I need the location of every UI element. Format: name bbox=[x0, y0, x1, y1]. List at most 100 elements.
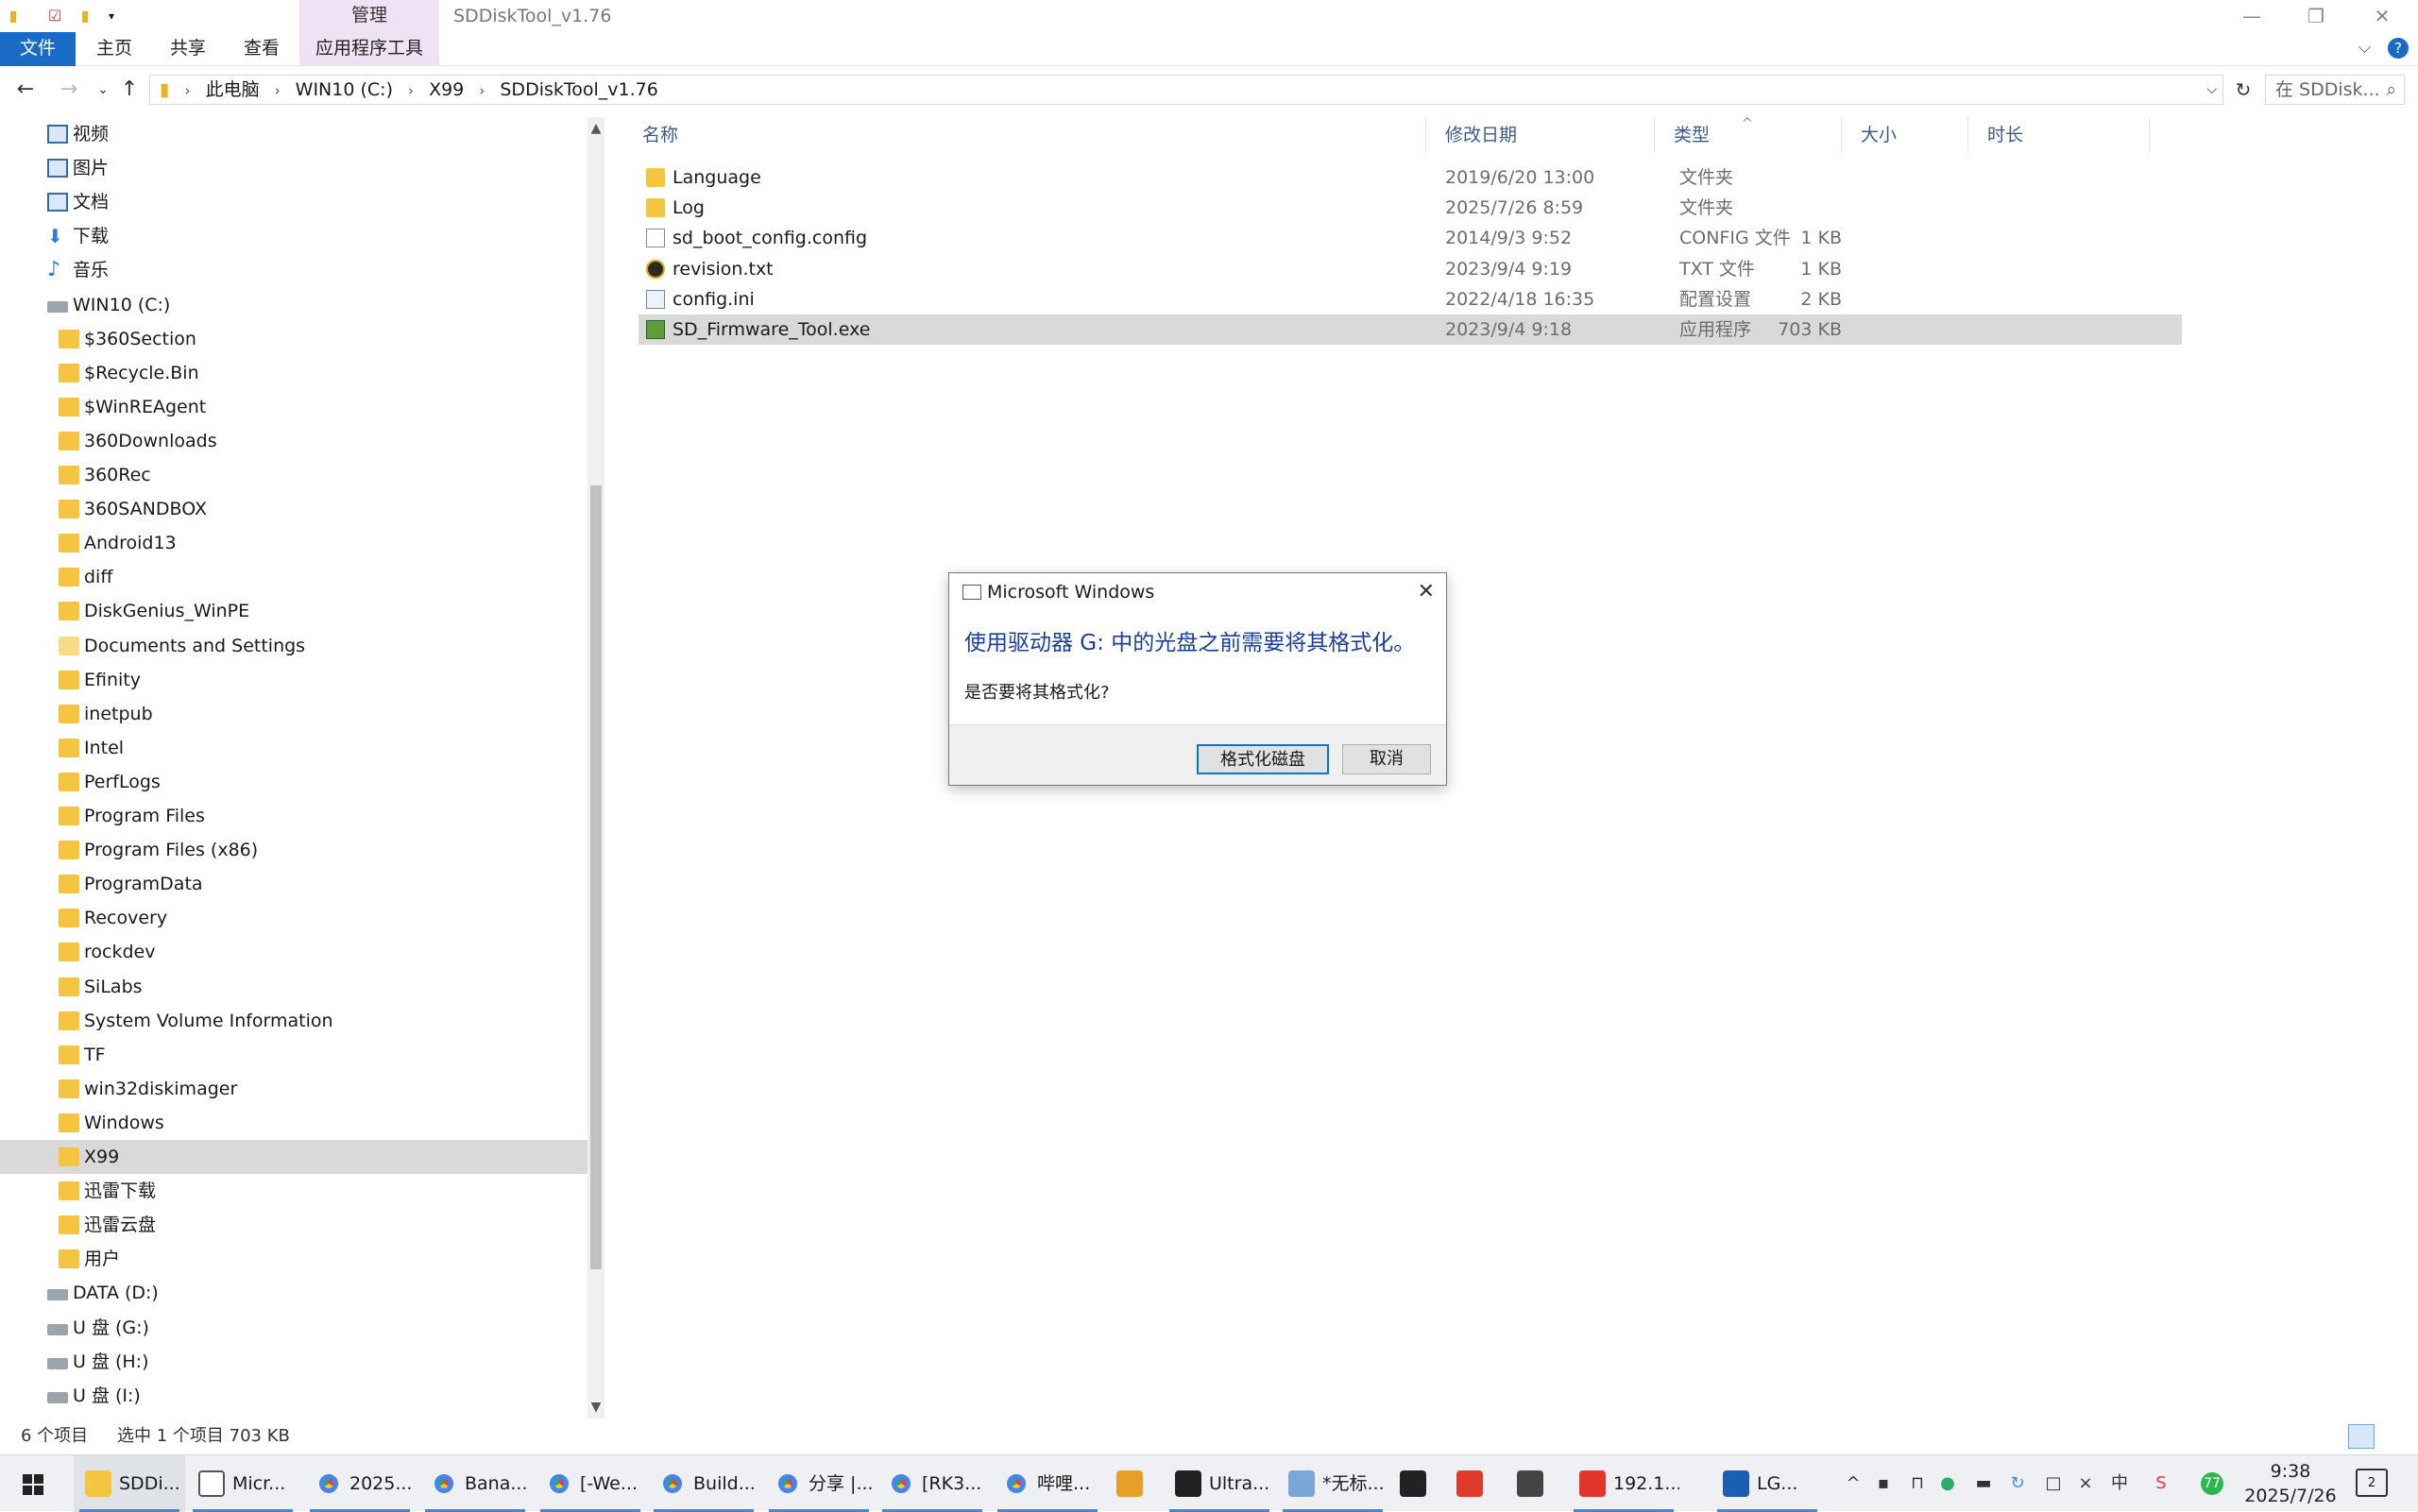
tray-badge[interactable]: 77 bbox=[2201, 1472, 2223, 1495]
nav-item[interactable]: 用户 bbox=[0, 1242, 587, 1276]
nav-item[interactable]: Windows bbox=[0, 1106, 587, 1140]
taskbar-item[interactable]: 192.1... bbox=[1568, 1455, 1679, 1512]
nav-item[interactable]: X99 bbox=[0, 1140, 587, 1174]
expand-ribbon-icon[interactable]: ⌵ bbox=[2358, 38, 2372, 58]
taskbar-item[interactable]: 2025... bbox=[304, 1455, 416, 1512]
taskbar-item[interactable]: SDDi... bbox=[74, 1455, 185, 1512]
chevron-right-icon[interactable]: › bbox=[185, 76, 191, 105]
nav-scrollbar[interactable]: ▲ ▼ bbox=[587, 117, 604, 1419]
nav-item[interactable]: 360SANDBOX bbox=[0, 492, 587, 526]
nav-item[interactable]: ProgramData bbox=[0, 867, 587, 901]
nav-item[interactable]: System Volume Information bbox=[0, 1004, 587, 1038]
table-row[interactable]: revision.txt 2023/9/4 9:19 TXT 文件 1 KB bbox=[639, 254, 2182, 284]
tray-app-icon[interactable]: ▪ bbox=[1872, 1472, 1895, 1495]
usb-icon[interactable]: ⊓ bbox=[1906, 1472, 1929, 1495]
breadcrumb-c-drive[interactable]: WIN10 (C:) bbox=[296, 76, 393, 104]
tab-view[interactable]: 查看 bbox=[229, 32, 295, 66]
taskbar-item[interactable]: Build... bbox=[648, 1455, 759, 1512]
recent-locations-icon[interactable]: ⌄ bbox=[89, 76, 117, 104]
nav-item[interactable]: WIN10 (C:) bbox=[0, 288, 587, 322]
address-bar[interactable]: ▮ › 此电脑 › WIN10 (C:) › X99 › SDDiskTool_… bbox=[149, 75, 2223, 105]
scroll-thumb[interactable] bbox=[590, 485, 602, 1269]
sync-icon[interactable]: ↻ bbox=[2006, 1472, 2029, 1495]
tab-application-tools[interactable]: 应用程序工具 bbox=[299, 32, 439, 66]
nav-item[interactable]: DiskGenius_WinPE bbox=[0, 594, 587, 628]
format-disk-button[interactable]: 格式化磁盘 bbox=[1197, 744, 1329, 774]
taskbar-item[interactable]: Ultra... bbox=[1164, 1455, 1275, 1512]
new-folder-icon[interactable]: ▮ bbox=[76, 6, 94, 26]
address-dropdown-icon[interactable]: ⌵ bbox=[2206, 76, 2217, 104]
wechat-icon[interactable]: ● bbox=[1936, 1472, 1959, 1495]
nav-item[interactable]: 文档 bbox=[0, 185, 587, 219]
restore-button[interactable]: ❐ bbox=[2290, 0, 2342, 32]
forward-arrow-icon[interactable]: → bbox=[55, 76, 83, 104]
properties-icon[interactable]: ☑ bbox=[45, 6, 64, 26]
customize-qat-icon[interactable]: ▾ bbox=[102, 6, 121, 26]
network-icon[interactable]: □ bbox=[2042, 1472, 2065, 1495]
nav-item[interactable]: U 盘 (G:) bbox=[0, 1311, 587, 1345]
help-icon[interactable]: ? bbox=[2388, 38, 2409, 59]
table-row[interactable]: sd_boot_config.config 2014/9/3 9:52 CONFIG… bbox=[639, 223, 2182, 253]
chevron-right-icon[interactable]: › bbox=[275, 76, 281, 105]
table-row[interactable]: Log 2025/7/26 8:59 文件夹 bbox=[639, 193, 2182, 223]
chevron-right-icon[interactable]: › bbox=[408, 76, 414, 105]
nav-item[interactable]: 迅雷云盘 bbox=[0, 1208, 587, 1242]
nav-item[interactable]: ⬇ 下载 bbox=[0, 219, 587, 253]
details-view-button[interactable] bbox=[2348, 1424, 2375, 1449]
nav-item[interactable]: Program Files (x86) bbox=[0, 833, 587, 867]
show-hidden-icons-icon[interactable]: ^ bbox=[1842, 1472, 1865, 1495]
start-button[interactable] bbox=[0, 1455, 68, 1512]
nav-item[interactable]: SiLabs bbox=[0, 970, 587, 1004]
taskbar-item[interactable]: LG... bbox=[1711, 1455, 1823, 1512]
minimize-button[interactable]: — bbox=[2225, 0, 2278, 32]
column-duration[interactable]: 时长 bbox=[1968, 117, 2150, 153]
back-arrow-icon[interactable]: ← bbox=[11, 76, 40, 104]
nav-item[interactable]: Recovery bbox=[0, 901, 587, 935]
taskbar-item[interactable]: [-We... bbox=[535, 1455, 646, 1512]
taskbar-item[interactable]: *无标... bbox=[1277, 1455, 1388, 1512]
taskbar-item[interactable]: 分享 |... bbox=[763, 1455, 875, 1512]
breadcrumb-this-pc[interactable]: 此电脑 bbox=[206, 76, 260, 104]
refresh-icon[interactable]: ↻ bbox=[2229, 76, 2257, 104]
taskbar-item[interactable]: [RK3... bbox=[877, 1455, 988, 1512]
tab-home[interactable]: 主页 bbox=[81, 32, 147, 66]
scroll-down-icon[interactable]: ▼ bbox=[587, 1400, 604, 1415]
taskbar-item[interactable] bbox=[1506, 1455, 1562, 1512]
nav-item[interactable]: 迅雷下载 bbox=[0, 1174, 587, 1208]
breadcrumb-sddisktool[interactable]: SDDiskTool_v1.76 bbox=[500, 76, 657, 104]
breadcrumb-x99[interactable]: X99 bbox=[429, 76, 464, 104]
close-button[interactable]: ✕ bbox=[2356, 0, 2409, 32]
nav-item[interactable]: 视频 bbox=[0, 117, 587, 151]
nav-item[interactable]: 360Rec bbox=[0, 458, 587, 492]
column-date-modified[interactable]: 修改日期 bbox=[1426, 117, 1655, 153]
up-arrow-icon[interactable]: ↑ bbox=[115, 76, 144, 104]
column-size[interactable]: 大小 bbox=[1842, 117, 1968, 153]
taskbar-item[interactable]: 哔哩... bbox=[992, 1455, 1103, 1512]
taskbar-item[interactable] bbox=[1388, 1455, 1445, 1512]
nav-item[interactable]: TF bbox=[0, 1038, 587, 1072]
nav-item[interactable]: U 盘 (I:) bbox=[0, 1379, 587, 1413]
column-name[interactable]: 名称 bbox=[623, 117, 1426, 153]
nav-item[interactable]: 图片 bbox=[0, 151, 587, 185]
nav-item[interactable]: Intel bbox=[0, 731, 587, 765]
input-method-icon[interactable]: 中 bbox=[2108, 1472, 2131, 1495]
nav-item[interactable]: $WinREAgent bbox=[0, 390, 587, 424]
sogou-icon[interactable]: S bbox=[2150, 1472, 2172, 1495]
nav-item[interactable]: Android13 bbox=[0, 526, 587, 560]
cancel-button[interactable]: 取消 bbox=[1342, 744, 1431, 774]
nav-item[interactable]: ♪ 音乐 bbox=[0, 253, 587, 287]
nav-item[interactable]: Efinity bbox=[0, 663, 587, 697]
taskbar-item[interactable]: Bana... bbox=[419, 1455, 531, 1512]
nav-item[interactable]: DATA (D:) bbox=[0, 1276, 587, 1310]
notification-center-icon[interactable]: 2 bbox=[2356, 1469, 2388, 1497]
chevron-right-icon[interactable]: › bbox=[479, 76, 485, 105]
taskbar-item[interactable]: Micr... bbox=[187, 1455, 298, 1512]
nav-item[interactable]: Documents and Settings bbox=[0, 629, 587, 663]
nav-item[interactable]: rockdev bbox=[0, 935, 587, 969]
tab-file[interactable]: 文件 bbox=[0, 32, 76, 66]
clock[interactable]: 9:38 2025/7/26 bbox=[2239, 1459, 2342, 1508]
battery-icon[interactable]: ▬ bbox=[1972, 1472, 1995, 1495]
table-row[interactable]: config.ini 2022/4/18 16:35 配置设置 2 KB bbox=[639, 284, 2182, 314]
tab-share[interactable]: 共享 bbox=[155, 32, 221, 66]
nav-item[interactable]: diff bbox=[0, 560, 587, 594]
